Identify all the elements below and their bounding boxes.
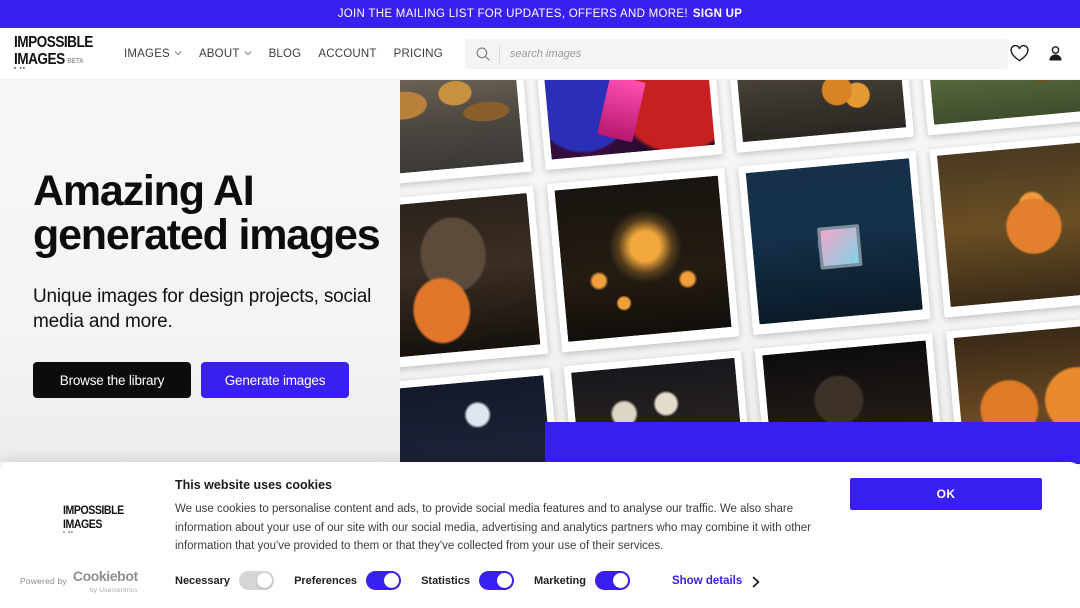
cookiebot-attribution: Powered by Cookiebot by Usercentrics: [20, 568, 175, 594]
cookie-category-statistics: Statistics: [421, 571, 514, 591]
search-bar[interactable]: [464, 38, 1008, 69]
toggle-statistics[interactable]: [478, 571, 514, 591]
hero-title-line-2: generated images: [33, 210, 381, 259]
nav-label: ABOUT: [198, 47, 240, 60]
cookie-category-toggles: Necessary Preferences Statistics Marketi…: [175, 571, 761, 591]
cookiebot-subtitle: by Usercentrics: [89, 586, 138, 594]
gallery-photo[interactable]: [400, 80, 532, 188]
cookie-consent-banner: IMPOSSIBLE IMAGES ▪ ▪▪ This website uses…: [0, 462, 1080, 608]
chevron-down-icon: [244, 49, 252, 57]
promo-signup-link[interactable]: SIGN UP: [693, 8, 742, 20]
toggle-label: Statistics: [421, 574, 470, 587]
gallery-photo[interactable]: [546, 167, 740, 353]
toggle-label: Marketing: [533, 574, 586, 587]
show-details-link[interactable]: Show details: [671, 574, 761, 588]
nav-item-images[interactable]: IMAGES: [124, 48, 182, 60]
header-actions: [1008, 43, 1066, 65]
show-details-label: Show details: [671, 574, 743, 587]
hero-buttons: Browse the library Generate images: [33, 362, 423, 399]
browse-library-button[interactable]: Browse the library: [33, 362, 191, 399]
toggle-label: Preferences: [294, 574, 358, 587]
toggle-label: Necessary: [175, 574, 231, 587]
gallery-photo[interactable]: [726, 80, 915, 153]
cookie-brand-logo: IMPOSSIBLE IMAGES ▪ ▪▪: [20, 478, 175, 556]
logo-beta-badge: BETA: [67, 57, 84, 65]
gallery-photo[interactable]: [400, 185, 549, 370]
hero-title-line-1: Amazing AI: [33, 167, 255, 215]
search-input[interactable]: [509, 38, 998, 69]
chevron-down-icon: [174, 49, 182, 57]
nav-item-pricing[interactable]: PRICING: [394, 48, 443, 60]
logo-dots-decoration: ▪ ▪▪: [14, 65, 26, 72]
hero-image-collage: [400, 80, 1080, 462]
cookie-description: We use cookies to personalise content an…: [175, 503, 812, 553]
cookiebot-logo: Cookiebot: [72, 567, 138, 584]
cookie-category-necessary: Necessary: [175, 571, 275, 591]
chevron-right-icon: [751, 575, 761, 588]
nav-item-blog[interactable]: BLOG: [269, 48, 302, 60]
cookie-category-marketing: Marketing: [533, 571, 630, 591]
gallery-photo[interactable]: [535, 80, 723, 171]
gallery-photo[interactable]: [738, 150, 931, 336]
hero-accent-block: [545, 422, 1080, 464]
site-header: IMPOSSIBLE IMAGES BETA ▪ ▪▪ IMAGES ABOUT …: [0, 28, 1080, 80]
gallery-photo[interactable]: [917, 80, 1080, 136]
site-logo[interactable]: IMPOSSIBLE IMAGES BETA ▪ ▪▪: [14, 35, 100, 72]
powered-by-label: Powered by: [20, 575, 67, 586]
cookie-ok-button[interactable]: OK: [850, 478, 1042, 510]
cookie-title: This website uses cookies: [175, 478, 333, 492]
hero-subtitle: Unique images for design projects, socia…: [33, 285, 372, 332]
nav-label: IMAGES: [124, 47, 170, 60]
user-icon[interactable]: [1044, 43, 1066, 65]
main-navigation: IMAGES ABOUT BLOG ACCOUNT PRICING: [124, 48, 443, 60]
search-divider: [498, 44, 500, 63]
toggle-necessary[interactable]: [239, 571, 275, 591]
toggle-marketing[interactable]: [594, 571, 630, 591]
gallery-photo[interactable]: [929, 133, 1080, 318]
nav-item-about[interactable]: ABOUT: [199, 48, 252, 60]
promo-banner: JOIN THE MAILING LIST FOR UPDATES, OFFER…: [0, 0, 1080, 28]
generate-images-button[interactable]: Generate images: [201, 362, 349, 399]
cookie-logo-line-2: IMAGES: [62, 517, 103, 532]
cookie-logo-line-1: IMPOSSIBLE: [62, 503, 124, 518]
page-root: JOIN THE MAILING LIST FOR UPDATES, OFFER…: [0, 0, 1080, 608]
gallery-photo[interactable]: [400, 367, 565, 462]
heart-icon[interactable]: [1008, 43, 1030, 65]
page-title: Amazing AI generated images: [33, 167, 423, 259]
search-icon: [475, 46, 491, 62]
nav-item-account[interactable]: ACCOUNT: [318, 48, 376, 60]
toggle-preferences[interactable]: [366, 571, 402, 591]
hero-section: Amazing AI generated images Unique image…: [0, 80, 1080, 462]
hero-copy: Amazing AI generated images Unique image…: [33, 167, 423, 399]
cookie-category-preferences: Preferences: [294, 571, 402, 591]
logo-line-1: IMPOSSIBLE: [14, 34, 93, 51]
promo-text: JOIN THE MAILING LIST FOR UPDATES, OFFER…: [337, 8, 688, 20]
cookie-logo-dots: ▪ ▪▪: [62, 530, 74, 537]
